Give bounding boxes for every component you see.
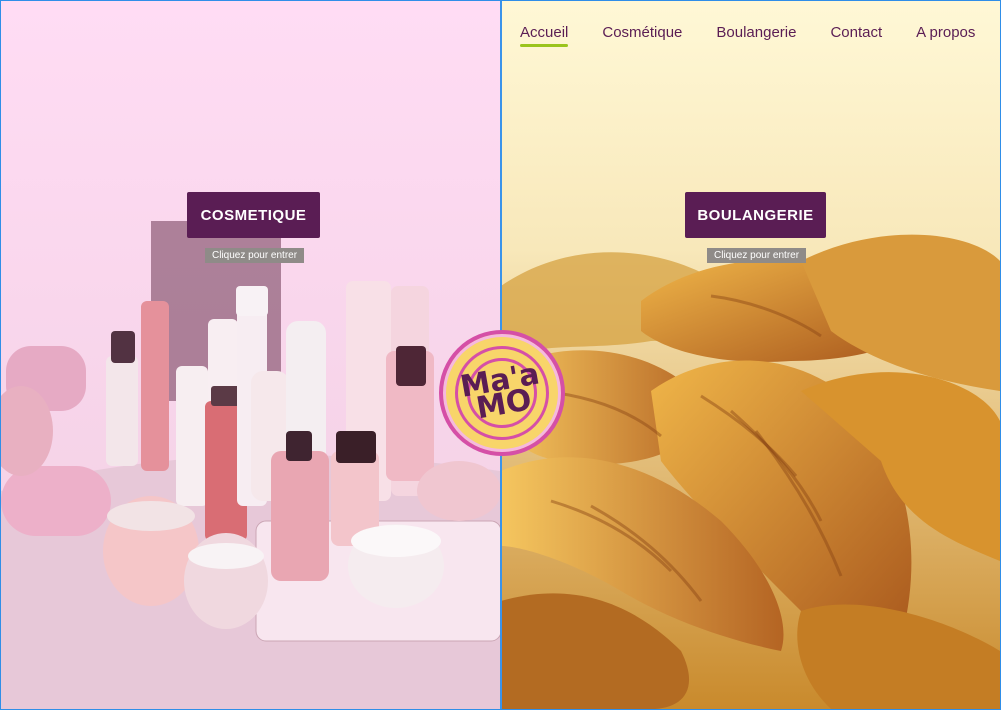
cosmetics-illustration: [1, 1, 500, 709]
cosmetique-button[interactable]: COSMETIQUE: [187, 192, 320, 238]
center-logo[interactable]: Ma'a MO: [439, 330, 565, 456]
cosmetique-enter-hint: Cliquez pour entrer: [205, 248, 305, 263]
boulangerie-button[interactable]: BOULANGERIE: [685, 192, 826, 238]
nav-cosmetique[interactable]: Cosmétique: [602, 24, 682, 47]
nav-contact[interactable]: Contact: [830, 24, 882, 47]
bakery-panel[interactable]: BOULANGERIE Cliquez pour entrer: [501, 1, 1000, 709]
center-logo-text: Ma'a MO: [457, 356, 543, 427]
main-nav: Accueil Cosmétique Boulangerie Contact A…: [520, 24, 975, 47]
nav-a-propos[interactable]: A propos: [916, 24, 975, 47]
nav-accueil[interactable]: Accueil: [520, 24, 569, 47]
cosmetics-panel[interactable]: Ma'a MO: [1, 1, 500, 709]
croissants-illustration: [501, 1, 1000, 709]
boulangerie-enter-hint: Cliquez pour entrer: [707, 248, 807, 263]
nav-boulangerie[interactable]: Boulangerie: [716, 24, 796, 47]
page-frame: Ma'a MO: [0, 0, 1001, 710]
